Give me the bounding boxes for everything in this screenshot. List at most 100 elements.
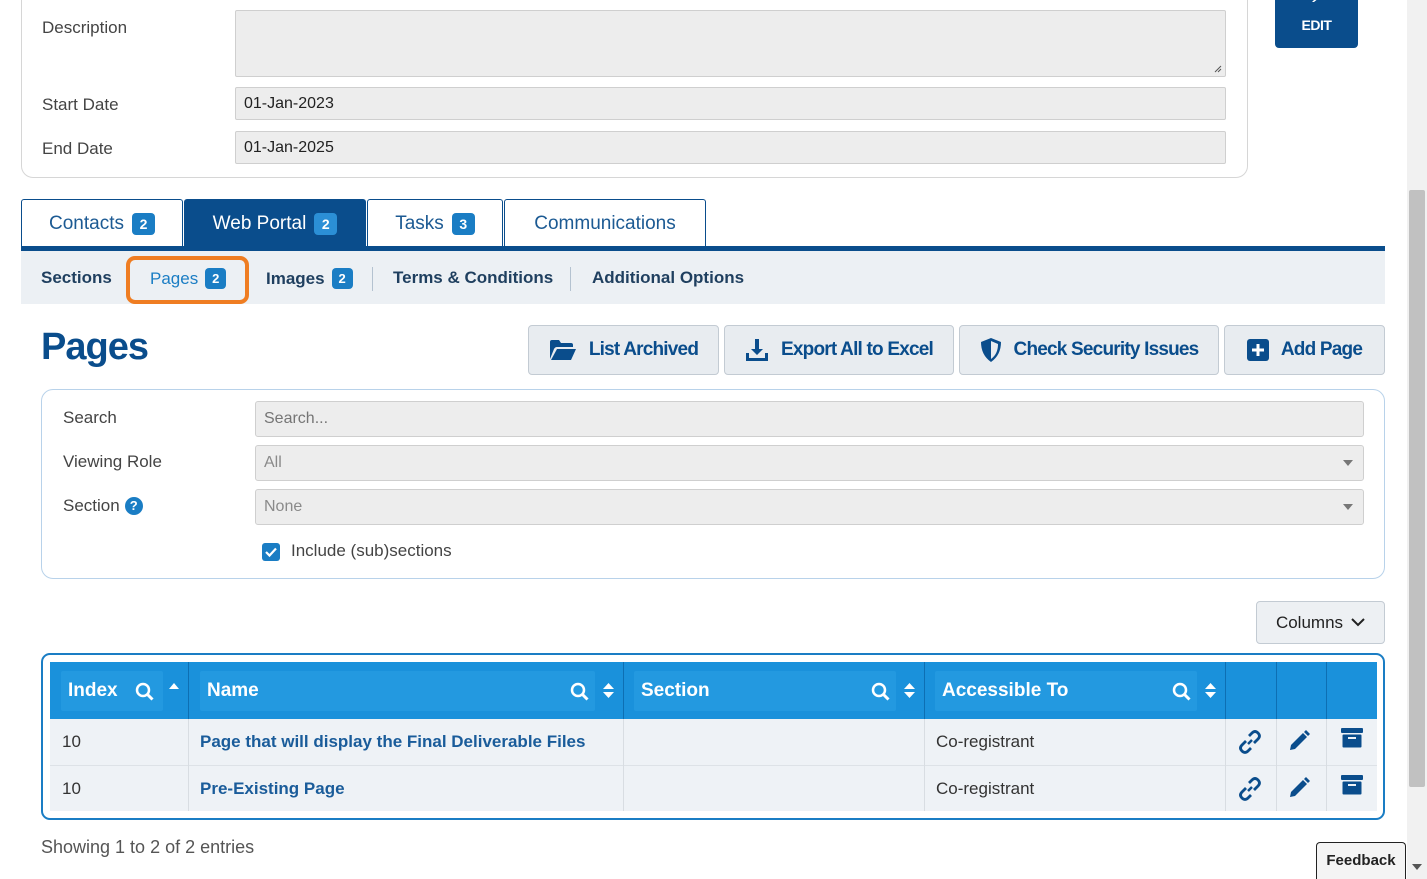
pencil-icon[interactable] bbox=[1287, 776, 1311, 800]
tab-communications[interactable]: Communications bbox=[504, 199, 706, 247]
start-date-field[interactable]: 01-Jan-2023 bbox=[235, 87, 1226, 120]
sort-icon[interactable] bbox=[603, 682, 614, 699]
edit-button[interactable]: EDIT bbox=[1275, 0, 1358, 48]
subtab-images-badge: 2 bbox=[331, 268, 353, 289]
search-label: Search bbox=[63, 408, 117, 427]
column-divider bbox=[1276, 719, 1277, 811]
search-icon[interactable] bbox=[135, 682, 154, 701]
column-divider bbox=[924, 719, 925, 811]
subtab-sections[interactable]: Sections bbox=[41, 268, 112, 288]
link-icon[interactable] bbox=[1237, 776, 1263, 802]
end-date-label: End Date bbox=[42, 139, 113, 158]
end-date-field[interactable]: 01-Jan-2025 bbox=[235, 131, 1226, 164]
scroll-down-arrow-icon[interactable] bbox=[1412, 864, 1422, 870]
list-archived-button[interactable]: List Archived bbox=[528, 325, 719, 375]
table-row: 10 Pre-Existing Page Co-registrant bbox=[50, 765, 1377, 811]
export-excel-button[interactable]: Export All to Excel bbox=[724, 325, 954, 375]
pencil-icon bbox=[1312, 0, 1317, 2]
pages-highlight-frame bbox=[126, 256, 249, 304]
cell-accessible-to: Co-registrant bbox=[936, 779, 1035, 798]
download-icon bbox=[746, 339, 769, 361]
tab-contacts-badge: 2 bbox=[131, 212, 155, 235]
export-excel-label: Export All to Excel bbox=[781, 339, 934, 360]
section-label-group: Section ? bbox=[63, 496, 143, 516]
tab-web-portal-badge: 2 bbox=[314, 212, 338, 235]
section-label: Section bbox=[63, 496, 120, 515]
search-icon[interactable] bbox=[1172, 682, 1191, 701]
plus-square-icon bbox=[1246, 339, 1269, 361]
tab-web-portal[interactable]: Web Portal 2 bbox=[184, 199, 366, 247]
tab-tasks[interactable]: Tasks 3 bbox=[367, 199, 503, 247]
sort-asc-icon[interactable] bbox=[169, 682, 179, 690]
table-row: 10 Page that will display the Final Deli… bbox=[50, 719, 1377, 765]
subtab-divider bbox=[372, 267, 373, 291]
cell-index: 10 bbox=[62, 732, 81, 751]
subtab-additional-options-label: Additional Options bbox=[592, 268, 745, 287]
column-header-accessible-to[interactable]: Accessible To bbox=[935, 671, 1197, 711]
search-icon[interactable] bbox=[570, 682, 589, 701]
table-info: Showing 1 to 2 of 2 entries bbox=[41, 837, 255, 857]
checkmark-icon bbox=[265, 547, 277, 558]
viewing-role-label: Viewing Role bbox=[63, 452, 162, 471]
subtab-images[interactable]: Images 2 bbox=[266, 268, 353, 289]
dropdown-caret-icon bbox=[1343, 504, 1353, 510]
column-divider bbox=[1225, 719, 1226, 811]
link-icon[interactable] bbox=[1237, 729, 1263, 755]
subtab-terms-label: Terms & Conditions bbox=[393, 268, 554, 287]
subtab-sections-label: Sections bbox=[41, 268, 112, 287]
tab-communications-label: Communications bbox=[534, 212, 676, 234]
column-divider bbox=[188, 719, 189, 811]
column-divider bbox=[1225, 662, 1226, 719]
search-input[interactable] bbox=[255, 401, 1364, 437]
tab-tasks-badge: 3 bbox=[451, 212, 475, 235]
subtab-additional-options[interactable]: Additional Options bbox=[592, 268, 744, 288]
feedback-button[interactable]: Feedback bbox=[1316, 842, 1406, 879]
column-divider bbox=[1326, 719, 1327, 811]
search-icon[interactable] bbox=[871, 682, 890, 701]
columns-button-label: Columns bbox=[1275, 612, 1344, 632]
column-header-index-label: Index bbox=[68, 680, 118, 701]
columns-button[interactable]: Columns bbox=[1256, 601, 1385, 644]
tab-tasks-label: Tasks bbox=[395, 212, 444, 234]
archive-icon[interactable] bbox=[1341, 727, 1363, 749]
tab-contacts-label: Contacts bbox=[49, 212, 124, 234]
start-date-label: Start Date bbox=[42, 95, 119, 114]
pencil-icon[interactable] bbox=[1287, 729, 1311, 753]
check-security-button[interactable]: Check Security Issues bbox=[959, 325, 1219, 375]
edit-button-label: EDIT bbox=[1301, 17, 1332, 33]
section-select[interactable]: None bbox=[255, 489, 1364, 525]
cell-accessible-to: Co-registrant bbox=[936, 732, 1035, 751]
column-header-accessible-to-label: Accessible To bbox=[942, 680, 1069, 701]
cell-name-link[interactable]: Pre-Existing Page bbox=[200, 779, 345, 799]
archive-icon[interactable] bbox=[1341, 774, 1363, 796]
section-value: None bbox=[264, 498, 303, 515]
viewing-role-select[interactable]: All bbox=[255, 445, 1364, 481]
add-page-label: Add Page bbox=[1280, 339, 1363, 360]
check-security-label: Check Security Issues bbox=[1013, 339, 1200, 360]
cell-index: 10 bbox=[62, 779, 81, 798]
column-header-section-label: Section bbox=[641, 680, 710, 701]
column-header-index[interactable]: Index bbox=[61, 671, 163, 711]
column-divider bbox=[623, 719, 624, 811]
resize-grip-icon[interactable] bbox=[1212, 63, 1222, 73]
scrollbar-thumb[interactable] bbox=[1409, 190, 1425, 787]
cell-name-link[interactable]: Page that will display the Final Deliver… bbox=[200, 732, 585, 752]
description-field[interactable] bbox=[235, 10, 1226, 77]
viewing-role-value: All bbox=[264, 454, 282, 471]
column-header-name[interactable]: Name bbox=[200, 671, 595, 711]
column-divider bbox=[1326, 662, 1327, 719]
add-page-button[interactable]: Add Page bbox=[1224, 325, 1385, 375]
column-header-section[interactable]: Section bbox=[634, 671, 896, 711]
tab-contacts[interactable]: Contacts 2 bbox=[21, 199, 183, 247]
column-header-name-label: Name bbox=[207, 680, 259, 701]
sort-icon[interactable] bbox=[1205, 682, 1216, 699]
column-divider bbox=[1276, 662, 1277, 719]
help-icon[interactable]: ? bbox=[124, 497, 143, 515]
column-divider bbox=[623, 662, 624, 719]
include-subsections-checkbox[interactable] bbox=[262, 543, 280, 561]
subtab-terms[interactable]: Terms & Conditions bbox=[393, 268, 553, 288]
chevron-down-icon bbox=[1351, 618, 1365, 627]
sort-icon[interactable] bbox=[904, 682, 915, 699]
description-label: Description bbox=[42, 18, 128, 37]
include-subsections-label: Include (sub)sections bbox=[291, 541, 452, 560]
